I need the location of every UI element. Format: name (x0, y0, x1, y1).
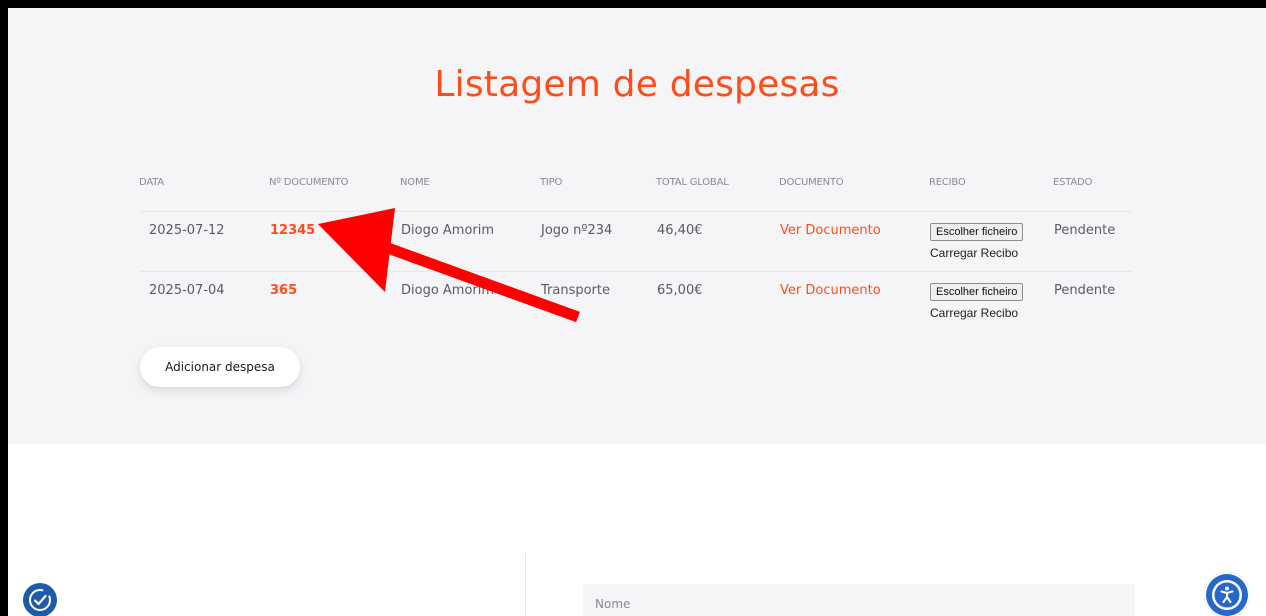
expenses-table: DATA Nº DOCUMENTO NOME TIPO TOTAL GLOBAL… (139, 168, 1133, 331)
cell-status: Pendente (1053, 211, 1133, 272)
cell-name: Diogo Amorim (401, 283, 495, 298)
cell-status: Pendente (1054, 283, 1116, 298)
cell-total: 46,40€ (656, 211, 779, 272)
header-total: TOTAL GLOBAL (656, 168, 779, 212)
table-header-row: DATA Nº DOCUMENTO NOME TIPO TOTAL GLOBAL… (139, 168, 1133, 212)
table-row: 2025-07-04 365 Diogo Amorim Transporte 6… (139, 272, 1133, 332)
cell-type: Transporte (541, 283, 610, 298)
add-expense-button[interactable]: Adicionar despesa (140, 347, 300, 387)
cell-total: 65,00€ (657, 283, 703, 298)
accessibility-check-icon[interactable] (23, 583, 57, 616)
doc-number-link[interactable]: 365 (270, 283, 297, 298)
choose-file-button[interactable]: Escolher ficheiro (930, 223, 1024, 241)
header-document: DOCUMENTO (779, 168, 929, 212)
header-name: NOME (400, 168, 540, 212)
cell-name: Diogo Amorim (400, 211, 540, 272)
choose-file-button[interactable]: Escolher ficheiro (930, 283, 1024, 301)
column-divider (525, 553, 526, 616)
expenses-section: Listagem de despesas DATA Nº DOCUMENTO N… (8, 8, 1266, 444)
header-type: TIPO (540, 168, 656, 212)
table-row: 2025-07-12 12345 Diogo Amorim Jogo nº234… (139, 211, 1133, 272)
accessibility-person-glyph (1212, 580, 1242, 610)
accessibility-check-glyph (29, 589, 51, 611)
cell-type: Jogo nº234 (540, 211, 656, 272)
doc-number-link[interactable]: 12345 (270, 223, 315, 238)
view-document-link[interactable]: Ver Documento (780, 223, 881, 238)
page-title: Listagem de despesas (434, 64, 840, 105)
upload-receipt-button[interactable]: Carregar Recibo (930, 306, 1052, 320)
header-receipt: RECIBO (929, 168, 1053, 212)
name-field[interactable] (583, 584, 1135, 616)
page-frame: Listagem de despesas DATA Nº DOCUMENTO N… (8, 8, 1266, 616)
cell-date: 2025-07-04 (149, 283, 225, 298)
upload-receipt-button[interactable]: Carregar Recibo (930, 246, 1052, 260)
header-status: ESTADO (1053, 168, 1133, 212)
accessibility-person-icon[interactable] (1204, 572, 1250, 616)
header-date: DATA (139, 168, 269, 212)
cell-date: 2025-07-12 (139, 211, 269, 272)
view-document-link[interactable]: Ver Documento (780, 283, 881, 298)
header-doc-number: Nº DOCUMENTO (269, 168, 400, 212)
